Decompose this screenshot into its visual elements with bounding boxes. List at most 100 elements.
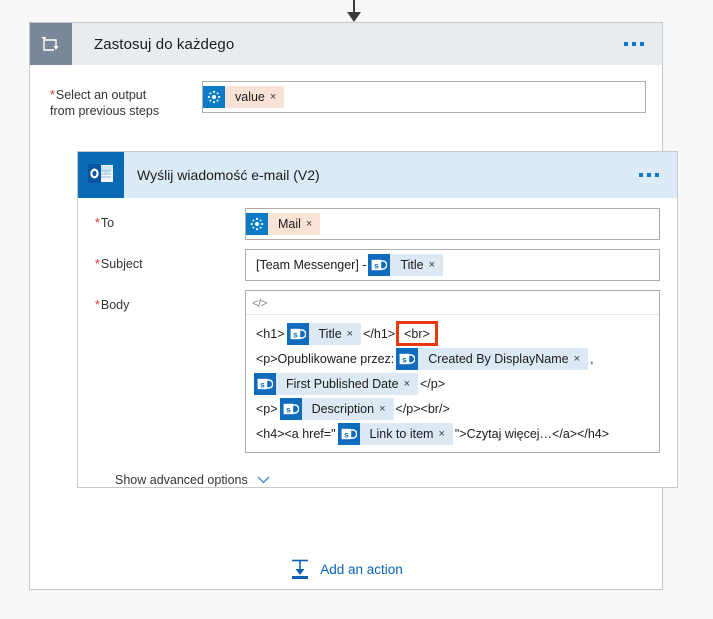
sharepoint-icon: s [337,422,360,445]
code-text: </p><br/> [395,401,450,416]
send-email-card: Wyślij wiadomość e-mail (V2) *To Mail × … [77,151,678,488]
body-code-line: <h4><a href=" s Link to item × ">Czytaj więc… [254,421,659,446]
token-remove-icon[interactable]: × [270,86,284,108]
required-marker: * [95,257,100,271]
svg-text:s: s [286,404,291,414]
required-marker: * [50,88,55,102]
body-label: *Body [95,290,245,313]
token-label: Created By DisplayName [428,351,569,366]
apply-to-each-overflow-menu-button[interactable] [620,36,648,52]
body-code-line: s First Published Date × </p> [254,371,659,396]
subject-label: *Subject [95,249,245,272]
insert-below-icon [292,559,309,579]
svg-text:s: s [260,379,265,389]
send-email-title: Wyślij wiadomość e-mail (V2) [137,167,320,183]
token-remove-icon[interactable]: × [379,398,393,420]
to-label-text: To [100,216,115,230]
outlook-icon [78,152,124,198]
loop-repeat-icon [30,23,72,65]
show-advanced-options-label: Show advanced options [115,473,248,487]
flow-dynamic-content-icon [203,86,225,108]
code-view-icon[interactable]: </> [252,296,267,310]
token-label: Description [311,401,375,416]
token-remove-icon[interactable]: × [404,373,418,395]
ellipsis-dot [655,173,659,177]
body-code-line: <p> s Description × </p><br/> [254,396,659,421]
sharepoint-icon: s [286,322,309,345]
token-remove-icon[interactable]: × [438,423,452,445]
sharepoint-icon: s [396,347,419,370]
body-label-text: Body [100,298,130,312]
token-remove-icon[interactable]: × [347,323,361,345]
body-editor-toolbar: </> [246,291,659,315]
sharepoint-icon: s [368,254,391,276]
svg-text:s: s [344,429,349,439]
to-label: *To [95,208,245,231]
code-text: <p> [256,401,278,416]
required-marker: * [95,298,100,312]
body-row: *Body </> <h1> s Title × </h1> <br> <p>Opublik… [95,290,660,453]
send-email-body: *To Mail × *Subject [Team Messenger] - s… [78,198,677,487]
token-label: Title [318,326,342,341]
subject-label-text: Subject [100,257,143,271]
body-html-editor[interactable]: </> <h1> s Title × </h1> <br> <p>Opublikowane … [245,290,660,453]
down-arrow-icon [347,0,361,22]
ellipsis-dot [647,173,651,177]
highlight-box: <br> [396,321,438,346]
svg-text:s: s [375,260,380,270]
ellipsis-dot [640,42,644,46]
show-advanced-options-button[interactable]: Show advanced options [95,462,270,487]
token-label: Mail [278,217,301,231]
token-remove-icon[interactable]: × [429,254,443,276]
svg-text:s: s [293,329,298,339]
select-output-label-line1: Select an output [55,88,147,102]
code-text: ">Czytaj więcej…</a></h4> [454,426,610,441]
code-text: <br> [404,326,430,341]
body-code-line: <p>Opublikowane przez: s Created By Displa… [254,346,659,371]
code-text: <p>Opublikowane przez: [256,351,395,366]
to-row: *To Mail × [95,208,660,240]
sharepoint-icon: s [279,397,302,420]
token-label: First Published Date [286,376,399,391]
token-link-to-item[interactable]: s Link to item × [337,422,453,445]
sharepoint-icon: s [254,372,276,395]
subject-row: *Subject [Team Messenger] - s Title × [95,249,660,281]
ellipsis-dot [632,42,636,46]
token-remove-icon[interactable]: × [574,348,588,370]
token-value[interactable]: value × [203,86,285,108]
flow-designer-canvas: Zastosuj do każdego *Select an output fr… [0,0,713,619]
token-label: value [235,90,265,104]
code-text: <h1> [256,326,285,341]
subject-prefix-text: [Team Messenger] - [256,258,367,272]
body-code-lines: <h1> s Title × </h1> <br> <p>Opublikowane prze… [246,315,659,446]
svg-text:s: s [402,354,407,364]
add-an-action-button[interactable]: Add an action [30,558,662,580]
token-description[interactable]: s Description × [279,397,394,420]
send-email-header[interactable]: Wyślij wiadomość e-mail (V2) [78,152,677,198]
apply-to-each-title: Zastosuj do każdego [94,35,235,53]
code-text: </p> [420,376,446,391]
to-field[interactable]: Mail × [245,208,660,240]
ellipsis-dot [624,42,628,46]
ellipsis-dot [639,173,643,177]
token-label: Title [400,258,424,272]
apply-to-each-card: Zastosuj do każdego *Select an output fr… [29,22,678,590]
connector-arrow [332,0,376,22]
body-code-line: <h1> s Title × </h1> <br> [254,321,659,346]
subject-field[interactable]: [Team Messenger] - s Title × [245,249,660,281]
token-label: Link to item [369,426,434,441]
code-text: <h4><a href=" [256,426,336,441]
apply-to-each-header[interactable]: Zastosuj do każdego [30,23,662,65]
code-text: </h1> [363,326,396,341]
token-mail[interactable]: Mail × [246,213,321,235]
send-email-overflow-menu-button[interactable] [635,167,663,183]
token-created-by-displayname[interactable]: s Created By DisplayName × [396,347,589,370]
required-marker: * [95,216,100,230]
token-remove-icon[interactable]: × [306,213,320,235]
code-text: , [590,351,594,366]
flow-dynamic-content-icon [246,213,268,235]
token-first-published-date[interactable]: s First Published Date × [254,372,418,395]
token-title[interactable]: s Title × [368,254,444,276]
token-title[interactable]: s Title × [286,322,362,345]
select-output-field[interactable]: value × [202,81,646,113]
